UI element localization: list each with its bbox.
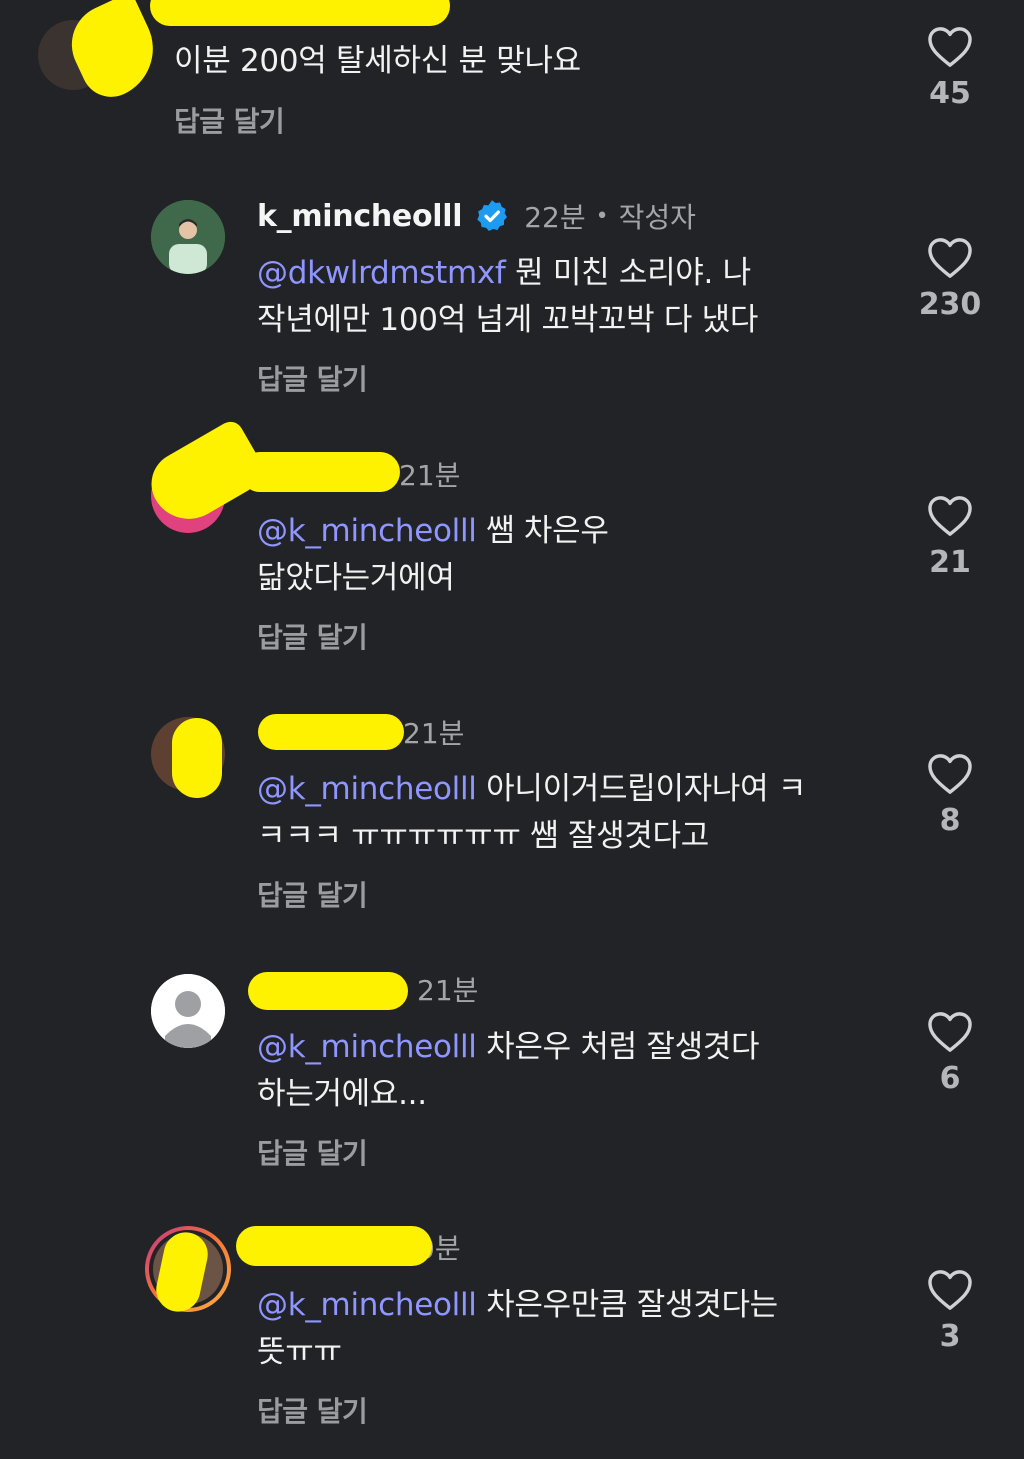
default-avatar-icon bbox=[151, 974, 225, 1048]
comment-text: @k_mincheolll 차은우 처럼 잘생겻다 하는거에요... bbox=[257, 1024, 760, 1118]
like-count: 230 bbox=[918, 287, 982, 322]
comment-text: @k_mincheolll 아니이거드립이자나여 ㅋ ㅋㅋㅋ ㅠㅠㅠㅠㅠㅠ 쌤 … bbox=[257, 766, 806, 860]
like-count: 8 bbox=[939, 803, 961, 838]
comment-body-line2: ㅋㅋㅋ ㅠㅠㅠㅠㅠㅠ 쌤 잘생겻다고 bbox=[257, 818, 709, 854]
comment-text: @dkwlrdmstmxf 뭔 미친 소리야. 나 작년에만 100억 넘게 꼬… bbox=[257, 250, 758, 344]
verified-badge-icon bbox=[477, 200, 508, 231]
username[interactable]: k_mincheolll bbox=[257, 199, 463, 234]
reply-button[interactable]: 답글 달기 bbox=[257, 616, 368, 656]
like-button[interactable]: 45 bbox=[905, 26, 995, 111]
comment-body: 이분 200억 탈세하신 분 맞나요 bbox=[174, 43, 581, 79]
comment-body: 차은우 처럼 잘생겻다 bbox=[476, 1029, 760, 1065]
mention-link[interactable]: @k_mincheolll bbox=[257, 513, 477, 549]
like-count: 3 bbox=[939, 1319, 961, 1354]
reply-button[interactable]: 답글 달기 bbox=[257, 1390, 368, 1430]
timestamp: 22분 bbox=[524, 201, 586, 234]
comment-text: @k_mincheolll 쌤 차은우 닮았다는거에여 bbox=[257, 508, 609, 602]
profile-photo bbox=[151, 200, 225, 274]
like-button[interactable]: 230 bbox=[905, 237, 995, 322]
heart-icon bbox=[928, 238, 972, 278]
like-button[interactable]: 3 bbox=[905, 1269, 995, 1354]
author-tag: 작성자 bbox=[618, 201, 696, 234]
timestamp: 21분 bbox=[403, 717, 465, 750]
reply-button[interactable]: 답글 달기 bbox=[174, 100, 285, 140]
redaction-mark bbox=[240, 452, 400, 492]
redaction-mark bbox=[236, 1226, 432, 1266]
redaction-mark bbox=[150, 0, 450, 26]
separator-dot: • bbox=[595, 203, 609, 229]
reply-button[interactable]: 답글 달기 bbox=[257, 358, 368, 398]
mention-link[interactable]: @k_mincheolll bbox=[257, 1029, 477, 1065]
reply-button[interactable]: 답글 달기 bbox=[257, 874, 368, 914]
comment-body-line2: 작년에만 100억 넘게 꼬박꼬박 다 냈다 bbox=[257, 302, 759, 338]
mention-link[interactable]: @k_mincheolll bbox=[257, 771, 477, 807]
heart-icon bbox=[928, 27, 972, 67]
like-button[interactable]: 21 bbox=[905, 495, 995, 580]
redaction-mark bbox=[248, 972, 408, 1010]
avatar[interactable] bbox=[151, 200, 225, 274]
comment-body: 쌤 차은우 bbox=[476, 513, 609, 549]
heart-icon bbox=[928, 496, 972, 536]
timestamp: 21분 bbox=[417, 974, 479, 1007]
comment-body-line2: 하는거에요... bbox=[257, 1076, 427, 1112]
redaction-mark bbox=[258, 714, 404, 750]
avatar[interactable] bbox=[151, 974, 225, 1048]
comment-text: @k_mincheolll 차은우만큼 잘생겻다는 뜻ㅠㅠ bbox=[257, 1282, 778, 1376]
mention-link[interactable]: @k_mincheolll bbox=[257, 1287, 477, 1323]
comment-text: 이분 200억 탈세하신 분 맞나요 bbox=[174, 38, 581, 85]
heart-icon bbox=[928, 754, 972, 794]
comment-body-line2: 뜻ㅠㅠ bbox=[257, 1334, 342, 1370]
like-button[interactable]: 6 bbox=[905, 1011, 995, 1096]
redaction-mark bbox=[172, 718, 222, 798]
comment-body-line2: 닮았다는거에여 bbox=[257, 560, 455, 596]
comment-header: k_mincheolll 22분 • 작성자 bbox=[257, 196, 696, 236]
timestamp: 21분 bbox=[399, 459, 461, 492]
like-button[interactable]: 8 bbox=[905, 753, 995, 838]
mention-link[interactable]: @dkwlrdmstmxf bbox=[257, 255, 506, 291]
like-count: 21 bbox=[929, 545, 971, 580]
comment-body: 차은우만큼 잘생겻다는 bbox=[476, 1287, 778, 1323]
heart-icon bbox=[928, 1270, 972, 1310]
like-count: 6 bbox=[939, 1061, 961, 1096]
like-count: 45 bbox=[929, 76, 971, 111]
comment-body: 아니이거드립이자나여 ㅋ bbox=[476, 771, 807, 807]
reply-button[interactable]: 답글 달기 bbox=[257, 1132, 368, 1172]
comment-body: 뭔 미친 소리야. 나 bbox=[505, 255, 751, 291]
heart-icon bbox=[928, 1012, 972, 1052]
